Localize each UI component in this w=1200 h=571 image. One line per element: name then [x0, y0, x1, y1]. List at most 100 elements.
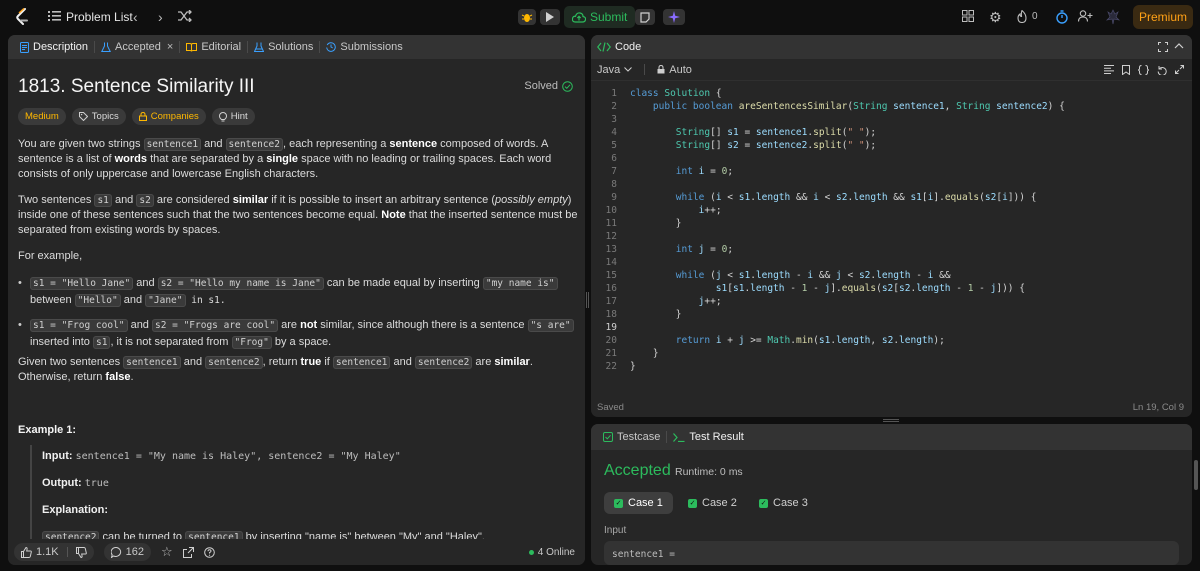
help-icon[interactable] — [203, 546, 215, 558]
input-value-box: sentence1 = — [604, 541, 1179, 565]
solved-badge: Solved — [524, 80, 573, 92]
input-label: Input — [604, 525, 627, 536]
solved-label: Solved — [524, 80, 558, 92]
horizontal-splitter[interactable] — [883, 419, 899, 422]
case-tab-2[interactable]: ✓ Case 2 — [678, 492, 747, 514]
list-icon[interactable] — [48, 10, 61, 22]
note-icon[interactable] — [635, 9, 655, 25]
fullscreen-icon[interactable] — [1158, 42, 1168, 52]
companies-tag[interactable]: Companies — [131, 108, 206, 125]
language-select[interactable]: Java — [597, 64, 633, 76]
case-label: Case 2 — [702, 497, 737, 509]
layout-grid-icon[interactable] — [962, 10, 974, 22]
debug-icon[interactable] — [518, 9, 536, 25]
tab-test-result-label: Test Result — [689, 431, 744, 443]
tab-submissions[interactable]: Submissions — [320, 35, 408, 59]
tag-row: Medium Topics Companies Hint — [18, 108, 255, 125]
logo-icon[interactable] — [14, 8, 32, 26]
tab-solutions[interactable]: Solutions — [248, 35, 319, 59]
code-header: Code — [591, 35, 1192, 59]
autocomplete-toggle[interactable]: Auto — [657, 64, 692, 76]
submit-label: Submit — [590, 10, 628, 24]
online-count: 4 Online — [537, 546, 575, 558]
tag-icon — [78, 112, 88, 121]
lightbulb-icon — [218, 111, 227, 122]
example-box: Input: sentence1 = "My name is Haley", s… — [30, 445, 580, 539]
topics-label: Topics — [91, 111, 119, 122]
share-icon[interactable] — [182, 546, 194, 558]
submit-button[interactable]: Submit — [564, 6, 636, 28]
add-user-icon[interactable] — [1078, 10, 1093, 22]
scrollbar-thumb[interactable] — [1194, 460, 1198, 490]
editor-status-bar: Saved Ln 19, Col 9 — [597, 402, 1184, 413]
star-icon[interactable]: ☆ — [161, 544, 173, 560]
case-label: Case 3 — [773, 497, 808, 509]
description-paragraph-4: Given two sentences sentence1 and senten… — [18, 356, 533, 383]
reset-icon[interactable] — [1157, 65, 1167, 75]
terminal-icon — [673, 432, 685, 442]
book-icon — [186, 42, 198, 52]
case-tab-1[interactable]: ✓ Case 1 — [604, 492, 673, 514]
like-count: 1.1K — [36, 546, 59, 558]
expand-icon[interactable] — [1175, 65, 1184, 74]
difficulty-badge[interactable]: Medium — [18, 108, 66, 125]
avatar[interactable] — [1105, 8, 1121, 25]
comments-button[interactable]: 162 — [103, 543, 151, 561]
tab-test-result[interactable]: Test Result — [667, 425, 749, 449]
problem-list-link[interactable]: Problem List — [66, 10, 133, 24]
tab-editorial-label: Editorial — [201, 41, 242, 53]
checkbox-icon — [603, 432, 613, 442]
result-status: Accepted — [604, 462, 671, 479]
tab-description[interactable]: Description — [14, 35, 94, 59]
example-input-row: Input: sentence1 = "My name is Haley", s… — [42, 450, 401, 462]
tab-accepted[interactable]: Accepted × — [95, 35, 179, 59]
description-panel: Description Accepted × Editorial Solutio… — [8, 35, 585, 565]
case-tab-3[interactable]: ✓ Case 3 — [749, 492, 818, 514]
toolbar-divider — [644, 64, 646, 75]
companies-label: Companies — [150, 111, 199, 122]
example-explanation-text: sentence2 can be turned to sentence1 by … — [42, 531, 485, 539]
bookmark-icon[interactable] — [1122, 64, 1130, 75]
test-tab-bar: Testcase Test Result — [591, 424, 1192, 450]
description-paragraph-3: For example, — [18, 250, 83, 262]
save-status: Saved — [597, 402, 624, 413]
code-panel: Code Java Auto 1 2 3 4 5 6 7 8 9 10 11 12 13 14 15 16 17… — [591, 35, 1192, 417]
fire-icon[interactable] — [1017, 10, 1027, 23]
tab-submissions-label: Submissions — [340, 41, 403, 53]
prev-problem-icon[interactable]: ‹ — [133, 9, 138, 25]
description-paragraph-1: You are given two strings sentence1 and … — [18, 138, 552, 180]
example-output-row: Output: true — [42, 477, 109, 489]
ai-sparkle-icon[interactable] — [663, 9, 685, 25]
like-button[interactable]: 1.1K — [14, 543, 94, 561]
problem-title: 1813. Sentence Similarity III — [18, 76, 255, 97]
topics-tag[interactable]: Topics — [71, 108, 126, 125]
vertical-splitter[interactable] — [586, 292, 589, 308]
tab-editorial[interactable]: Editorial — [180, 35, 247, 59]
tab-testcase[interactable]: Testcase — [597, 425, 666, 449]
run-icon[interactable] — [540, 9, 560, 25]
next-problem-icon[interactable]: › — [158, 9, 163, 25]
editor-toolbar: Java Auto — [591, 59, 1192, 81]
format-icon[interactable] — [1104, 65, 1114, 74]
description-content: 1813. Sentence Similarity III Solved Med… — [8, 59, 585, 539]
document-icon — [20, 41, 29, 53]
collapse-icon[interactable] — [1174, 41, 1184, 51]
example-title: Example 1: — [18, 424, 77, 436]
description-paragraph-2: Two sentences s1 and s2 are considered s… — [18, 194, 578, 236]
code-brackets-icon — [597, 42, 611, 52]
thumbs-down-icon[interactable] — [75, 546, 87, 558]
timer-icon[interactable] — [1054, 8, 1070, 25]
streak-count: 0 — [1032, 11, 1038, 22]
close-icon[interactable]: × — [167, 41, 173, 53]
online-dot-icon — [528, 549, 534, 555]
check-circle-icon — [562, 80, 573, 92]
hint-label: Hint — [230, 111, 248, 122]
history-icon — [326, 42, 337, 52]
gear-icon[interactable]: ⚙ — [989, 9, 1002, 26]
hint-tag[interactable]: Hint — [211, 108, 255, 125]
tab-solutions-label: Solutions — [268, 41, 314, 53]
premium-button[interactable]: Premium — [1133, 5, 1193, 29]
shuffle-icon[interactable] — [178, 10, 192, 22]
code-editor[interactable]: 1 2 3 4 5 6 7 8 9 10 11 12 13 14 15 16 17 18 19 20 21 22 clas… — [591, 87, 1192, 372]
braces-icon[interactable] — [1138, 64, 1149, 75]
